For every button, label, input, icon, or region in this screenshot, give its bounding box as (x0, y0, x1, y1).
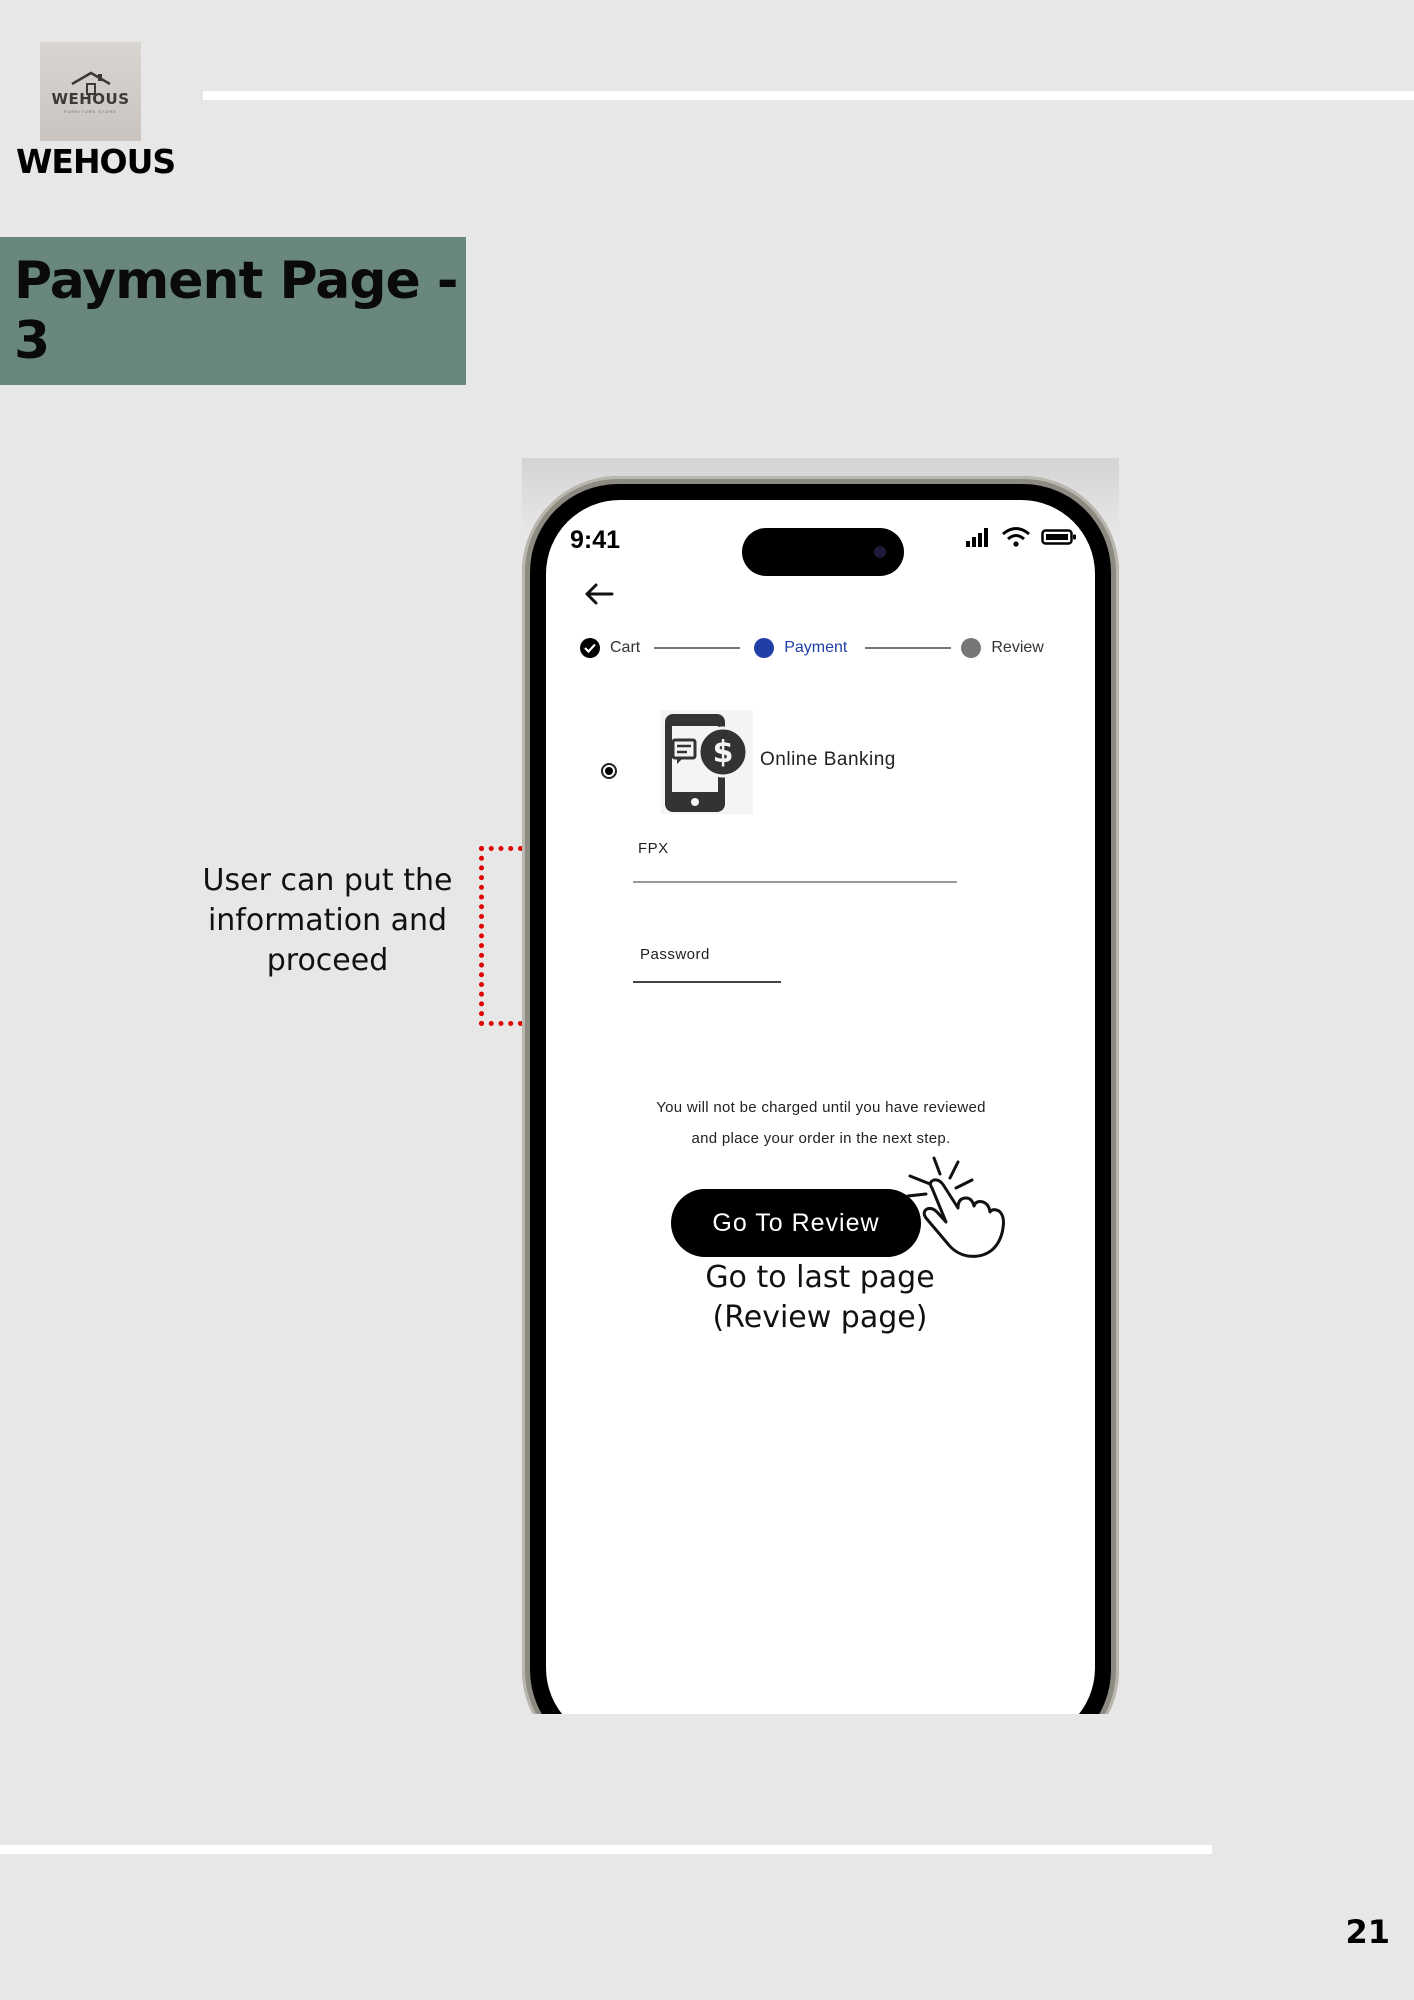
signal-icon (966, 528, 988, 547)
step-cart[interactable]: Cart (580, 638, 640, 658)
button-annotation-line-2: (Review page) (712, 1300, 928, 1335)
notice-line-1: You will not be charged until you have r… (656, 1099, 986, 1116)
phone-mockup: 9:41 Cart Payment Review $ Online Bankin… (522, 458, 1119, 1714)
go-to-review-button[interactable]: Go To Review (671, 1189, 921, 1257)
page-title: Payment Page - 3 (14, 251, 459, 371)
back-arrow-icon[interactable] (582, 580, 616, 608)
mobile-payment-icon: $ (661, 710, 753, 814)
brand-name: WEHOUS (16, 142, 176, 181)
dynamic-island (742, 528, 904, 576)
top-divider (203, 91, 1414, 100)
checkout-stepper: Cart Payment Review (580, 633, 1080, 663)
radio-selected-dot (605, 767, 613, 775)
wifi-icon (1002, 527, 1030, 547)
page-number: 21 (1345, 1913, 1390, 1951)
password-input[interactable] (633, 981, 781, 983)
button-annotation: Go to last page (Review page) (660, 1258, 980, 1338)
phone-bezel: 9:41 Cart Payment Review $ Online Bankin… (530, 484, 1111, 1714)
payment-option-label: Online Banking (760, 749, 896, 770)
form-annotation: User can put the information and proceed (202, 863, 453, 978)
battery-icon (1041, 529, 1076, 545)
password-label: Password (640, 946, 710, 963)
brand-logo: WEHOUS FURNITURE STORE (40, 42, 141, 141)
step-connector (865, 647, 952, 649)
notice-line-2: and place your order in the next step. (691, 1130, 951, 1147)
pointing-hand-icon (906, 1156, 1005, 1258)
fpx-input[interactable] (633, 881, 957, 883)
current-step-dot (754, 638, 775, 658)
step-payment[interactable]: Payment (754, 638, 847, 658)
check-circle-icon (580, 638, 600, 658)
step-label-cart: Cart (610, 639, 641, 656)
logo-tagline: FURNITURE STORE (64, 108, 117, 114)
status-icons (965, 526, 1077, 548)
online-banking-radio[interactable] (601, 763, 617, 779)
bottom-divider (0, 1845, 1212, 1854)
step-label-review: Review (991, 639, 1044, 656)
status-time: 9:41 (570, 526, 621, 554)
step-label-payment: Payment (784, 639, 848, 656)
fpx-label: FPX (638, 840, 669, 857)
phone-frame: 9:41 Cart Payment Review $ Online Bankin… (522, 476, 1119, 1714)
title-band: Payment Page - 3 (0, 237, 466, 385)
upcoming-step-dot (961, 638, 982, 658)
step-connector (654, 647, 741, 649)
logo-wordmark: WEHOUS (51, 89, 130, 108)
button-annotation-line-1: Go to last page (705, 1260, 935, 1295)
svg-text:$: $ (713, 735, 734, 770)
charge-notice: You will not be charged until you have r… (596, 1092, 1046, 1154)
phone-screen: 9:41 Cart Payment Review $ Online Bankin… (546, 500, 1095, 1714)
step-review[interactable]: Review (961, 638, 1044, 658)
